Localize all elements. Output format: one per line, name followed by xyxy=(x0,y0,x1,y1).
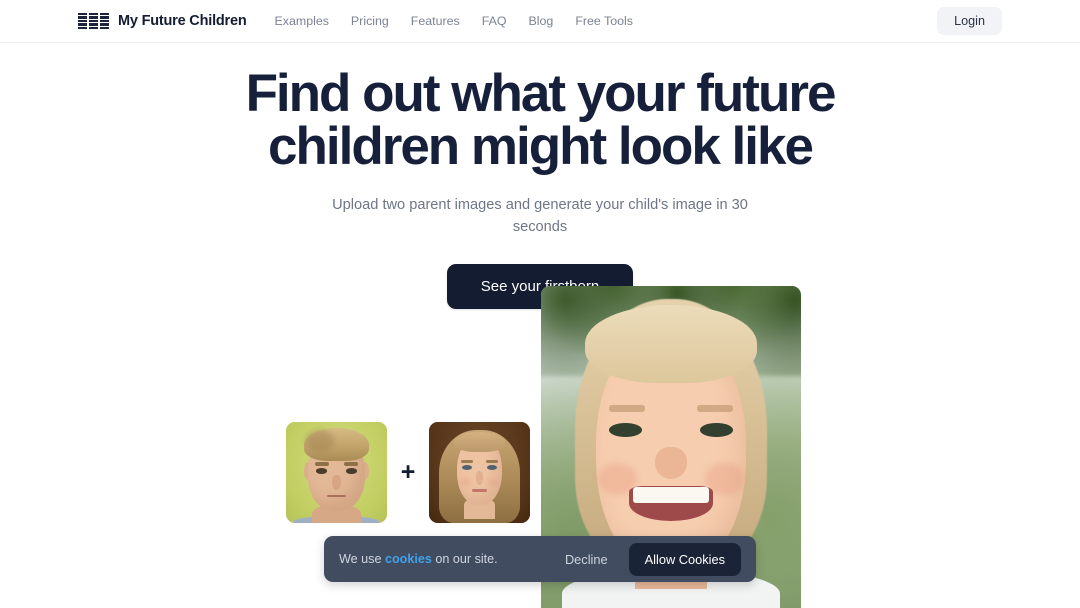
parent-two-image[interactable] xyxy=(429,422,530,523)
allow-cookies-button[interactable]: Allow Cookies xyxy=(628,542,741,576)
cookie-consent-banner: We use cookies on our site. Decline Allo… xyxy=(324,536,756,582)
page-title-line-2: children might look like xyxy=(268,117,814,176)
child-teeth xyxy=(632,487,710,504)
striped-blocks-logo-icon xyxy=(78,12,109,30)
parent-two-mouth xyxy=(472,488,487,492)
cookie-banner-actions: Decline Allow Cookies xyxy=(554,542,741,576)
page-title: Find out what your future children might… xyxy=(220,67,860,173)
parent-two-fringe xyxy=(454,432,505,453)
nav-item-examples[interactable]: Examples xyxy=(275,14,329,28)
cookie-banner-text: We use cookies on our site. xyxy=(339,552,498,566)
parent-two-eyebrow-left xyxy=(461,460,474,464)
parent-one-eyebrow-right xyxy=(343,462,358,466)
nav-item-blog[interactable]: Blog xyxy=(529,14,554,28)
nav-item-free-tools[interactable]: Free Tools xyxy=(575,14,633,28)
parent-one-eye-left xyxy=(316,468,328,474)
cookie-text-before: We use xyxy=(339,552,385,566)
cookies-policy-link[interactable]: cookies xyxy=(385,552,432,566)
decline-cookies-button[interactable]: Decline xyxy=(554,545,619,574)
site-header: My Future Children Examples Pricing Feat… xyxy=(0,0,1080,43)
parent-one-mouth xyxy=(327,494,346,498)
header-actions: Login xyxy=(937,7,1002,35)
child-eye-right xyxy=(699,422,734,437)
parent-one-eye-right xyxy=(345,468,357,474)
child-mouth xyxy=(629,485,713,522)
cookie-text-after: on our site. xyxy=(431,552,498,566)
parent-two-cheek-right xyxy=(487,478,499,486)
child-nose xyxy=(655,447,687,480)
main-navigation: Examples Pricing Features FAQ Blog Free … xyxy=(275,14,633,28)
parent-images-group: + = xyxy=(286,422,564,523)
hero-section: Find out what your future children might… xyxy=(0,43,1080,309)
page-title-line-1: Find out what your future xyxy=(245,64,837,123)
parent-two-eyebrow-right xyxy=(485,460,498,464)
parent-one-nose xyxy=(331,474,342,490)
parent-two-cheek-left xyxy=(460,478,472,486)
parent-one-image[interactable] xyxy=(286,422,387,523)
child-eyebrow-right xyxy=(697,405,734,413)
brand-logo[interactable]: My Future Children xyxy=(78,12,247,30)
login-button[interactable]: Login xyxy=(937,7,1002,35)
child-fringe xyxy=(585,305,757,383)
nav-item-pricing[interactable]: Pricing xyxy=(351,14,389,28)
hero-subtitle: Upload two parent images and generate yo… xyxy=(332,197,748,235)
brand-name: My Future Children xyxy=(118,13,247,29)
nav-item-features[interactable]: Features xyxy=(411,14,460,28)
plus-symbol: + xyxy=(400,458,416,486)
nav-item-faq[interactable]: FAQ xyxy=(482,14,507,28)
parent-two-nose xyxy=(475,471,484,485)
parent-one-eyebrow-left xyxy=(315,462,330,466)
child-eyebrow-left xyxy=(608,405,645,413)
child-eye-left xyxy=(608,422,643,437)
